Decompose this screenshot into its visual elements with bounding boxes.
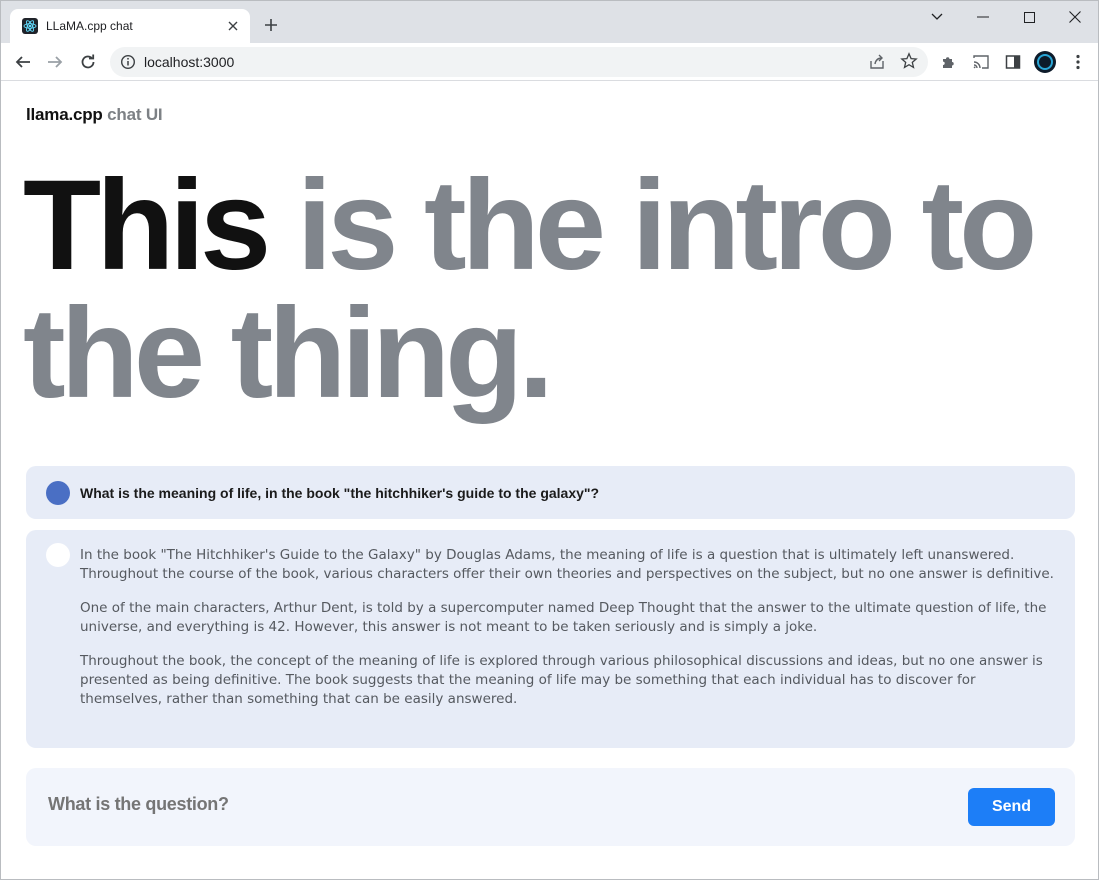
menu-icon[interactable] bbox=[1065, 49, 1091, 75]
profile-avatar[interactable] bbox=[1032, 49, 1058, 75]
answer-paragraph: Throughout the book, the concept of the … bbox=[80, 653, 1043, 707]
brand-title: llama.cpp chat UI bbox=[26, 105, 163, 125]
share-icon[interactable] bbox=[868, 53, 886, 71]
tab-title: LLaMA.cpp chat bbox=[46, 19, 133, 33]
url-text: localhost:3000 bbox=[144, 54, 235, 70]
reload-icon[interactable] bbox=[75, 49, 101, 75]
assistant-answer: In the book "The Hitchhiker's Guide to t… bbox=[80, 546, 1055, 724]
close-icon[interactable] bbox=[224, 17, 242, 35]
browser-tab[interactable]: LLaMA.cpp chat bbox=[10, 9, 250, 43]
react-favicon-icon bbox=[22, 18, 38, 34]
chevron-down-icon[interactable] bbox=[914, 5, 960, 29]
answer-paragraph: One of the main characters, Arthur Dent,… bbox=[80, 600, 1047, 635]
hero-heading: This is the intro to the thing. bbox=[23, 162, 1083, 418]
brand-secondary: chat UI bbox=[107, 105, 163, 124]
address-bar[interactable]: localhost:3000 bbox=[110, 47, 928, 77]
page-content: llama.cpp chat UI This is the intro to t… bbox=[1, 82, 1098, 879]
info-icon[interactable] bbox=[120, 54, 136, 70]
assistant-message: In the book "The Hitchhiker's Guide to t… bbox=[26, 530, 1075, 748]
user-question: What is the meaning of life, in the book… bbox=[80, 485, 600, 501]
plus-icon[interactable] bbox=[260, 14, 282, 36]
composer: Send bbox=[26, 768, 1075, 846]
star-icon[interactable] bbox=[900, 52, 918, 70]
minimize-icon[interactable] bbox=[960, 5, 1006, 29]
maximize-icon[interactable] bbox=[1006, 5, 1052, 29]
assistant-avatar bbox=[46, 543, 70, 567]
answer-paragraph: In the book "The Hitchhiker's Guide to t… bbox=[80, 547, 1054, 582]
hero-emphasis: This bbox=[23, 154, 271, 297]
user-avatar bbox=[46, 481, 70, 505]
question-input[interactable] bbox=[48, 794, 928, 815]
browser-toolbar: localhost:3000 bbox=[1, 43, 1098, 81]
extensions-icon[interactable] bbox=[936, 49, 962, 75]
browser-window: LLaMA.cpp chat localhost:3000 llama.cpp … bbox=[0, 0, 1099, 880]
cast-icon[interactable] bbox=[968, 49, 994, 75]
user-message: What is the meaning of life, in the book… bbox=[26, 466, 1075, 519]
brand-primary: llama.cpp bbox=[26, 105, 103, 124]
window-close-icon[interactable] bbox=[1052, 5, 1098, 29]
back-icon[interactable] bbox=[10, 49, 36, 75]
sidepanel-icon[interactable] bbox=[1000, 49, 1026, 75]
tab-strip: LLaMA.cpp chat bbox=[1, 1, 1098, 43]
send-button[interactable]: Send bbox=[968, 788, 1055, 826]
forward-icon[interactable] bbox=[42, 49, 68, 75]
